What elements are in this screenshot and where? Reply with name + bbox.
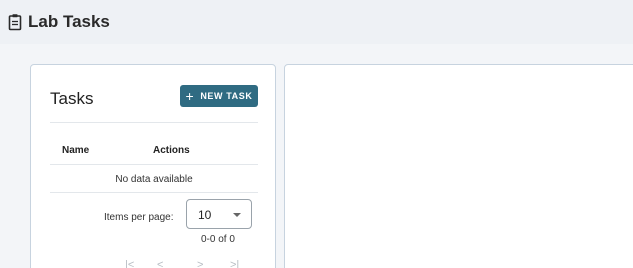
items-per-page-label: Items per page: xyxy=(104,212,174,223)
page-title-group: Lab Tasks xyxy=(8,12,110,32)
table-footer-divider xyxy=(50,192,258,193)
items-per-page-value: 10 xyxy=(198,208,212,222)
table-empty-message: No data available xyxy=(115,174,193,185)
table-header-divider xyxy=(50,164,258,165)
page-title: Lab Tasks xyxy=(28,12,110,31)
new-task-button[interactable]: + NEW TASK xyxy=(180,85,258,107)
top-bar: Lab Tasks xyxy=(0,0,633,44)
task-detail-panel xyxy=(284,64,633,268)
pagination-range: 0-0 of 0 xyxy=(201,234,235,245)
plus-icon: + xyxy=(185,88,195,104)
content-area: Tasks + NEW TASK Name Actions No data av… xyxy=(0,44,633,268)
column-header-actions: Actions xyxy=(153,145,190,156)
last-page-icon[interactable]: >| xyxy=(230,259,239,268)
lab-tasks-page: Lab Tasks Tasks + NEW TASK Name Actions … xyxy=(0,0,633,268)
column-header-name[interactable]: Name xyxy=(62,145,89,156)
tasks-panel: Tasks + NEW TASK Name Actions No data av… xyxy=(30,64,276,268)
chevron-down-icon xyxy=(233,213,241,217)
clipboard-icon xyxy=(8,14,22,31)
panel-divider xyxy=(50,122,258,123)
items-per-page-select[interactable]: 10 xyxy=(186,199,252,229)
tasks-panel-title: Tasks xyxy=(50,89,94,108)
previous-page-icon[interactable]: < xyxy=(157,259,163,268)
first-page-icon[interactable]: |< xyxy=(125,259,134,268)
next-page-icon[interactable]: > xyxy=(197,259,203,268)
new-task-button-label: NEW TASK xyxy=(200,91,253,101)
